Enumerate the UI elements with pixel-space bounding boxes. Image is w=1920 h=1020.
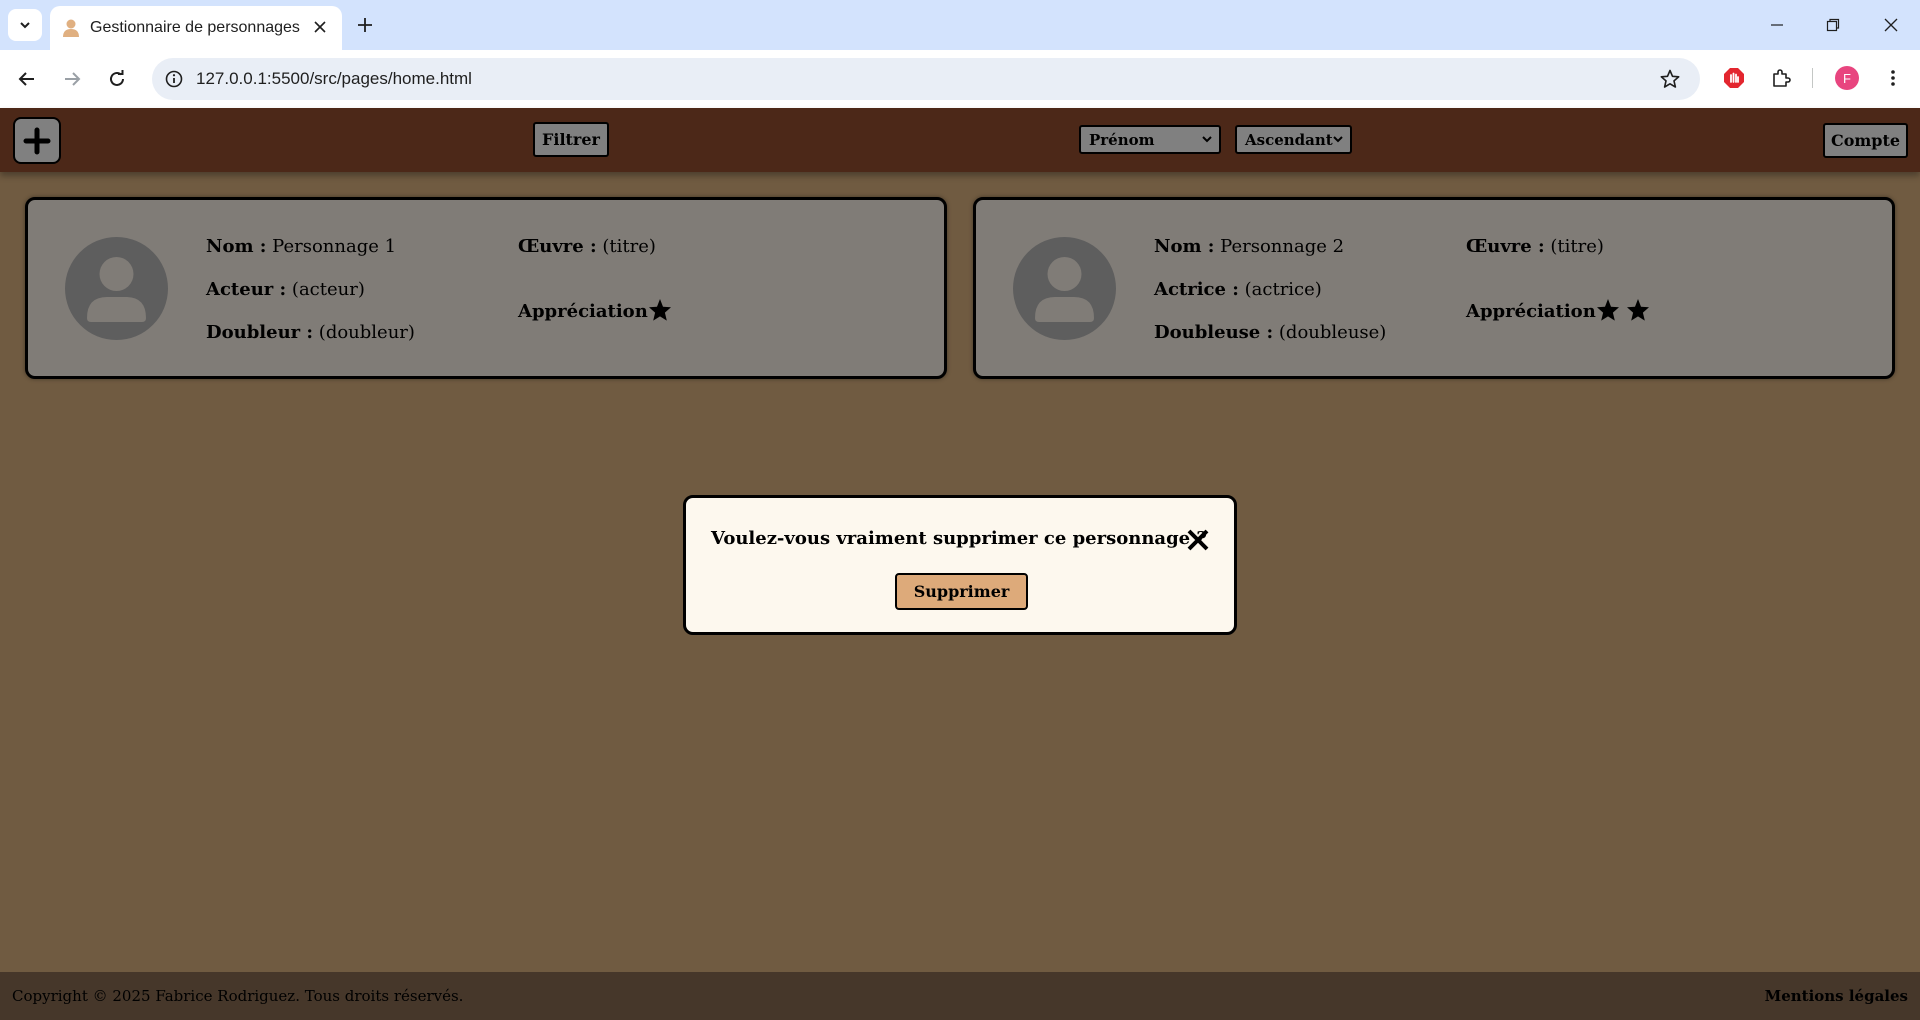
chevron-down-icon	[1202, 136, 1212, 143]
voice-actor-field: Doubleur : (doubleur)	[206, 322, 415, 343]
close-icon[interactable]	[1184, 526, 1212, 554]
star-icon	[1627, 299, 1649, 321]
restore-icon[interactable]	[1820, 12, 1846, 38]
window-close-icon[interactable]	[1878, 12, 1904, 38]
app-header: Filtrer Prénom Ascendant Compte	[0, 108, 1920, 172]
chevron-down-icon	[1333, 136, 1343, 143]
filter-button[interactable]: Filtrer	[533, 122, 609, 157]
avatar-placeholder-icon	[65, 237, 168, 340]
name-field: Nom : Personnage 1	[206, 236, 397, 257]
new-tab-plus-icon[interactable]	[352, 12, 378, 38]
actor-field: Actrice : (actrice)	[1154, 279, 1322, 300]
name-field: Nom : Personnage 2	[1154, 236, 1345, 257]
site-info-icon[interactable]	[162, 67, 186, 91]
chevron-down-icon	[20, 22, 30, 29]
delete-button[interactable]: Supprimer	[895, 573, 1028, 610]
rating-field: Appréciation :	[518, 301, 661, 322]
work-field: Œuvre : (titre)	[1466, 236, 1604, 257]
sort-field-value: Prénom	[1089, 131, 1155, 149]
tab-close-icon[interactable]	[308, 15, 332, 39]
sort-order-value: Ascendant	[1245, 131, 1333, 149]
browser-tab[interactable]: Gestionnaire de personnages	[50, 6, 342, 50]
character-card[interactable]: Nom : Personnage 1 Acteur : (acteur) Dou…	[25, 197, 947, 379]
tab-title: Gestionnaire de personnages	[90, 19, 300, 36]
url-text: 127.0.0.1:5500/src/pages/home.html	[196, 69, 472, 88]
character-card[interactable]: Nom : Personnage 2 Actrice : (actrice) D…	[973, 197, 1895, 379]
tab-search-button[interactable]	[8, 9, 42, 41]
account-button[interactable]: Compte	[1823, 123, 1908, 158]
reload-icon[interactable]	[103, 65, 131, 93]
star-icon	[1597, 299, 1619, 321]
copyright-text: Copyright © 2025 Fabrice Rodriguez. Tous…	[12, 987, 464, 1005]
sort-field-select[interactable]: Prénom	[1079, 125, 1221, 154]
toolbar-separator	[1812, 68, 1813, 88]
add-character-button[interactable]	[13, 117, 61, 164]
footer: Copyright © 2025 Fabrice Rodriguez. Tous…	[0, 972, 1920, 1020]
rating-stars	[1596, 298, 1650, 322]
work-field: Œuvre : (titre)	[518, 236, 656, 257]
minimize-icon[interactable]	[1764, 12, 1790, 38]
back-arrow-icon[interactable]	[13, 65, 41, 93]
plus-icon	[23, 127, 51, 154]
browser-tab-strip: Gestionnaire de personnages	[0, 0, 1920, 50]
delete-confirm-modal: Voulez-vous vraiment supprimer ce person…	[683, 495, 1237, 635]
adblock-extension-icon[interactable]	[1720, 64, 1748, 92]
address-bar[interactable]: 127.0.0.1:5500/src/pages/home.html	[152, 58, 1700, 100]
rating-field: Appréciation :	[1466, 301, 1609, 322]
star-icon	[649, 299, 671, 321]
legal-notice-link[interactable]: Mentions légales	[1765, 987, 1908, 1005]
sort-order-select[interactable]: Ascendant	[1235, 125, 1352, 154]
forward-arrow-icon[interactable]	[58, 65, 86, 93]
modal-message: Voulez-vous vraiment supprimer ce person…	[711, 528, 1207, 549]
avatar-placeholder-icon	[1013, 237, 1116, 340]
person-favicon-icon	[63, 19, 79, 37]
profile-avatar[interactable]: F	[1835, 66, 1859, 90]
rating-stars	[648, 298, 672, 322]
voice-actor-field: Doubleuse : (doubleuse)	[1154, 322, 1387, 343]
extensions-puzzle-icon[interactable]	[1767, 64, 1795, 92]
bookmark-star-icon[interactable]	[1658, 67, 1682, 91]
browser-toolbar: 127.0.0.1:5500/src/pages/home.html	[0, 50, 1920, 108]
actor-field: Acteur : (acteur)	[206, 279, 365, 300]
browser-menu-kebab-icon[interactable]	[1879, 64, 1907, 92]
